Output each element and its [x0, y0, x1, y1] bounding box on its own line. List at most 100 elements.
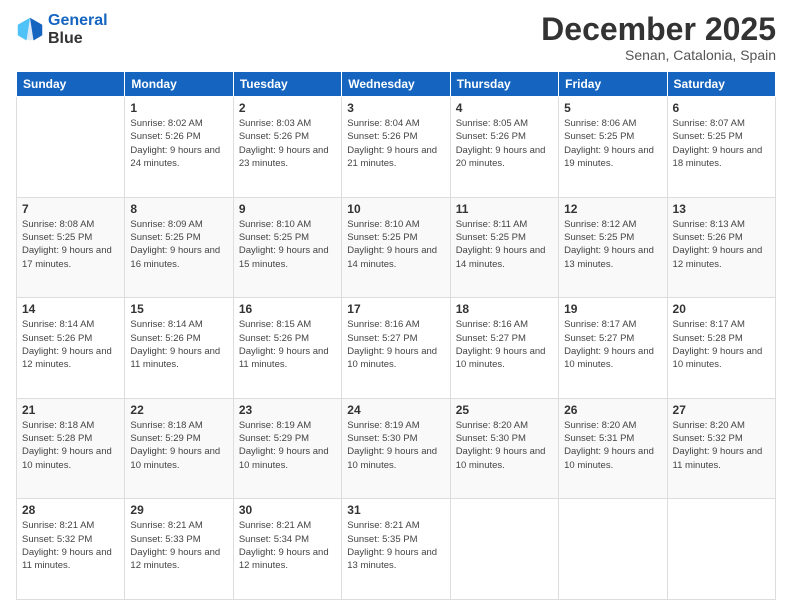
table-row: 29Sunrise: 8:21 AM Sunset: 5:33 PM Dayli… [125, 499, 233, 600]
calendar-week-5: 28 Sunrise: 8:21 AM Sunset: 5:32 PM Dayli… [17, 499, 776, 600]
day-info: Sunrise: 8:18 AM Sunset: 5:29 PM Dayligh… [130, 419, 227, 472]
day-number: 5 [564, 101, 661, 115]
day-number: 11 [456, 202, 553, 216]
table-row: 16 Sunrise: 8:15 AM Sunset: 5:26 PM Dayli… [233, 298, 341, 399]
table-row [17, 97, 125, 198]
month-title: December 2025 [541, 12, 776, 47]
day-number: 12 [564, 202, 661, 216]
day-info: Sunrise: 8:20 AM Sunset: 5:32 PM Dayligh… [673, 419, 770, 472]
day-info: Sunrise: 8:21 AM Sunset: 5:34 PM Dayligh… [239, 519, 336, 572]
table-row: 24Sunrise: 8:19 AM Sunset: 5:30 PM Dayli… [342, 398, 450, 499]
header: General Blue December 2025 Senan, Catalo… [16, 12, 776, 63]
table-row: 2Sunrise: 8:03 AM Sunset: 5:26 PM Daylig… [233, 97, 341, 198]
day-number: 8 [130, 202, 227, 216]
day-info: Sunrise: 8:06 AM Sunset: 5:25 PM Dayligh… [564, 117, 661, 170]
table-row: 9Sunrise: 8:10 AM Sunset: 5:25 PM Daylig… [233, 197, 341, 298]
table-row: 19 Sunrise: 8:17 AM Sunset: 5:27 PM Dayli… [559, 298, 667, 399]
day-info: Sunrise: 8:20 AM Sunset: 5:30 PM Dayligh… [456, 419, 553, 472]
table-row: 12 Sunrise: 8:12 AM Sunset: 5:25 PM Dayli… [559, 197, 667, 298]
day-info: Sunrise: 8:15 AM Sunset: 5:26 PM Dayligh… [239, 318, 336, 371]
day-info: Sunrise: 8:14 AM Sunset: 5:26 PM Dayligh… [130, 318, 227, 371]
day-number: 21 [22, 403, 119, 417]
day-info: Sunrise: 8:21 AM Sunset: 5:33 PM Dayligh… [130, 519, 227, 572]
table-row: 4Sunrise: 8:05 AM Sunset: 5:26 PM Daylig… [450, 97, 558, 198]
table-row: 8 Sunrise: 8:09 AM Sunset: 5:25 PM Daylig… [125, 197, 233, 298]
day-info: Sunrise: 8:08 AM Sunset: 5:25 PM Dayligh… [22, 218, 119, 271]
day-number: 13 [673, 202, 770, 216]
day-info: Sunrise: 8:19 AM Sunset: 5:29 PM Dayligh… [239, 419, 336, 472]
table-row: 20 Sunrise: 8:17 AM Sunset: 5:28 PM Dayli… [667, 298, 775, 399]
table-row: 25 Sunrise: 8:20 AM Sunset: 5:30 PM Dayli… [450, 398, 558, 499]
day-info: Sunrise: 8:02 AM Sunset: 5:26 PM Dayligh… [130, 117, 227, 170]
day-number: 22 [130, 403, 227, 417]
header-sunday: Sunday [17, 72, 125, 97]
day-number: 14 [22, 302, 119, 316]
day-number: 1 [130, 101, 227, 115]
day-number: 31 [347, 503, 444, 517]
day-info: Sunrise: 8:09 AM Sunset: 5:25 PM Dayligh… [130, 218, 227, 271]
table-row [559, 499, 667, 600]
header-tuesday: Tuesday [233, 72, 341, 97]
header-monday: Monday [125, 72, 233, 97]
table-row: 17Sunrise: 8:16 AM Sunset: 5:27 PM Dayli… [342, 298, 450, 399]
table-row [450, 499, 558, 600]
table-row [667, 499, 775, 600]
day-number: 6 [673, 101, 770, 115]
day-number: 16 [239, 302, 336, 316]
day-number: 19 [564, 302, 661, 316]
day-info: Sunrise: 8:20 AM Sunset: 5:31 PM Dayligh… [564, 419, 661, 472]
day-info: Sunrise: 8:18 AM Sunset: 5:28 PM Dayligh… [22, 419, 119, 472]
page: General Blue December 2025 Senan, Catalo… [0, 0, 792, 612]
day-number: 24 [347, 403, 444, 417]
day-number: 27 [673, 403, 770, 417]
calendar-week-4: 21 Sunrise: 8:18 AM Sunset: 5:28 PM Dayli… [17, 398, 776, 499]
table-row: 30 Sunrise: 8:21 AM Sunset: 5:34 PM Dayli… [233, 499, 341, 600]
day-info: Sunrise: 8:12 AM Sunset: 5:25 PM Dayligh… [564, 218, 661, 271]
day-number: 18 [456, 302, 553, 316]
day-info: Sunrise: 8:21 AM Sunset: 5:32 PM Dayligh… [22, 519, 119, 572]
logo-text: General Blue [48, 12, 108, 47]
day-info: Sunrise: 8:10 AM Sunset: 5:25 PM Dayligh… [347, 218, 444, 271]
table-row: 15 Sunrise: 8:14 AM Sunset: 5:26 PM Dayli… [125, 298, 233, 399]
calendar-week-2: 7 Sunrise: 8:08 AM Sunset: 5:25 PM Daylig… [17, 197, 776, 298]
table-row: 22 Sunrise: 8:18 AM Sunset: 5:29 PM Dayli… [125, 398, 233, 499]
table-row: 6 Sunrise: 8:07 AM Sunset: 5:25 PM Daylig… [667, 97, 775, 198]
calendar-week-1: 1 Sunrise: 8:02 AM Sunset: 5:26 PM Daylig… [17, 97, 776, 198]
table-row: 31Sunrise: 8:21 AM Sunset: 5:35 PM Dayli… [342, 499, 450, 600]
day-info: Sunrise: 8:14 AM Sunset: 5:26 PM Dayligh… [22, 318, 119, 371]
title-block: December 2025 Senan, Catalonia, Spain [541, 12, 776, 63]
table-row: 3 Sunrise: 8:04 AM Sunset: 5:26 PM Daylig… [342, 97, 450, 198]
day-info: Sunrise: 8:11 AM Sunset: 5:25 PM Dayligh… [456, 218, 553, 271]
day-info: Sunrise: 8:07 AM Sunset: 5:25 PM Dayligh… [673, 117, 770, 170]
day-number: 10 [347, 202, 444, 216]
day-info: Sunrise: 8:10 AM Sunset: 5:25 PM Dayligh… [239, 218, 336, 271]
day-info: Sunrise: 8:17 AM Sunset: 5:28 PM Dayligh… [673, 318, 770, 371]
header-thursday: Thursday [450, 72, 558, 97]
day-number: 30 [239, 503, 336, 517]
table-row: 18Sunrise: 8:16 AM Sunset: 5:27 PM Dayli… [450, 298, 558, 399]
day-info: Sunrise: 8:05 AM Sunset: 5:26 PM Dayligh… [456, 117, 553, 170]
day-number: 15 [130, 302, 227, 316]
table-row: 11 Sunrise: 8:11 AM Sunset: 5:25 PM Dayli… [450, 197, 558, 298]
day-number: 25 [456, 403, 553, 417]
table-row: 13Sunrise: 8:13 AM Sunset: 5:26 PM Dayli… [667, 197, 775, 298]
header-wednesday: Wednesday [342, 72, 450, 97]
day-number: 28 [22, 503, 119, 517]
weekday-header-row: Sunday Monday Tuesday Wednesday Thursday… [17, 72, 776, 97]
logo-icon [16, 16, 44, 44]
day-number: 7 [22, 202, 119, 216]
table-row: 5 Sunrise: 8:06 AM Sunset: 5:25 PM Daylig… [559, 97, 667, 198]
header-friday: Friday [559, 72, 667, 97]
calendar-week-3: 14 Sunrise: 8:14 AM Sunset: 5:26 PM Dayli… [17, 298, 776, 399]
table-row: 14 Sunrise: 8:14 AM Sunset: 5:26 PM Dayli… [17, 298, 125, 399]
table-row: 21 Sunrise: 8:18 AM Sunset: 5:28 PM Dayli… [17, 398, 125, 499]
day-number: 17 [347, 302, 444, 316]
day-number: 3 [347, 101, 444, 115]
header-saturday: Saturday [667, 72, 775, 97]
day-info: Sunrise: 8:04 AM Sunset: 5:26 PM Dayligh… [347, 117, 444, 170]
day-number: 20 [673, 302, 770, 316]
table-row: 26Sunrise: 8:20 AM Sunset: 5:31 PM Dayli… [559, 398, 667, 499]
calendar-table: Sunday Monday Tuesday Wednesday Thursday… [16, 71, 776, 600]
logo: General Blue [16, 12, 108, 47]
day-info: Sunrise: 8:17 AM Sunset: 5:27 PM Dayligh… [564, 318, 661, 371]
